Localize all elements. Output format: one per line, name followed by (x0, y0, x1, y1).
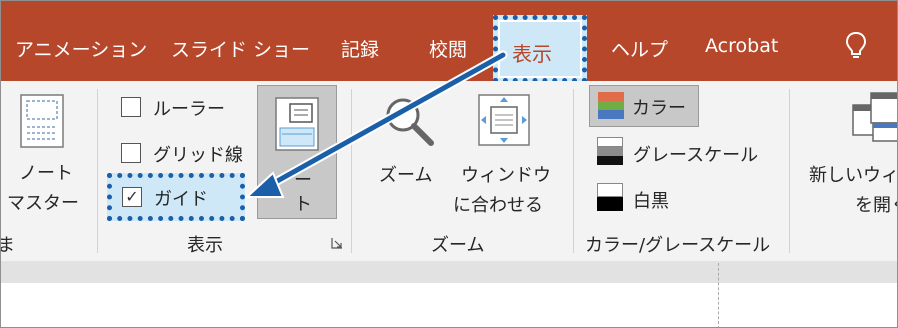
callout-arrow-icon (244, 50, 508, 198)
app-window: アニメーション スライド ショー 記録 校閲 表示 ヘルプ Acrobat ノー… (0, 0, 898, 328)
